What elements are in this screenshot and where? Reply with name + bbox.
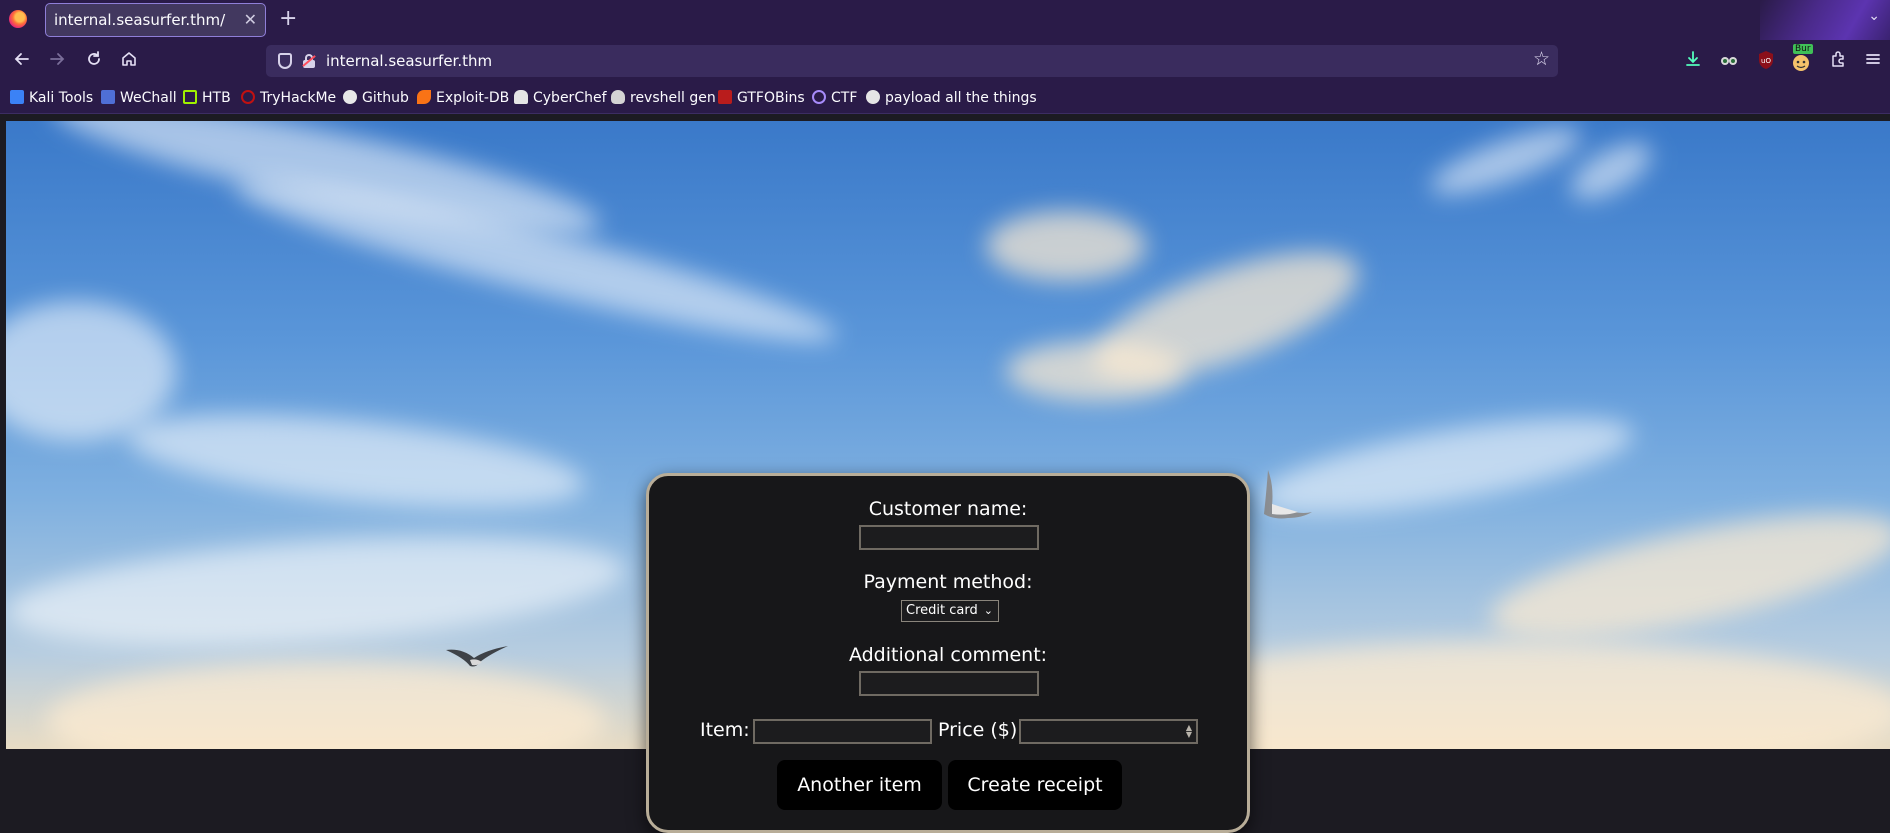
bookmark-htb[interactable]: HTB — [183, 89, 231, 107]
kali-icon — [10, 90, 24, 104]
github-icon — [866, 90, 880, 104]
gtfobins-icon — [718, 90, 732, 104]
seagull-left-image — [446, 646, 508, 667]
bookmark-kali-tools[interactable]: Kali Tools — [10, 89, 93, 107]
exploit-db-icon — [417, 90, 431, 104]
extensions-icon[interactable] — [1827, 50, 1849, 72]
download-icon[interactable] — [1682, 50, 1704, 72]
bookmark-wechall[interactable]: WeChall — [101, 89, 177, 107]
payment-method-select[interactable]: Credit card ⌄ — [901, 600, 999, 622]
foxyproxy-extension-icon[interactable] — [1718, 50, 1740, 72]
htb-cube-icon — [183, 90, 197, 104]
firefox-logo-icon[interactable] — [9, 10, 27, 28]
item-label: Item: — [700, 719, 750, 741]
github-icon — [343, 90, 357, 104]
another-item-button[interactable]: Another item — [777, 760, 942, 810]
tab-title: internal.seasurfer.thm/ — [54, 11, 226, 29]
home-icon[interactable] — [118, 50, 140, 72]
bookmark-ctf[interactable]: CTF — [812, 89, 857, 107]
page-viewport: Customer name: Payment method: Credit ca… — [0, 115, 1890, 833]
skull-icon — [611, 90, 625, 104]
url-text[interactable]: internal.seasurfer.thm — [326, 45, 492, 77]
bookmark-cyberchef[interactable]: CyberChef — [514, 89, 607, 107]
burp-extension-icon[interactable]: Bur — [1790, 44, 1813, 72]
back-arrow-icon[interactable] — [11, 50, 33, 72]
bookmark-star-icon[interactable]: ☆ — [1533, 48, 1550, 70]
forward-arrow-icon[interactable] — [46, 50, 68, 72]
customer-name-input[interactable] — [859, 525, 1039, 550]
receipt-form-panel: Customer name: Payment method: Credit ca… — [646, 473, 1250, 833]
reload-icon[interactable] — [83, 50, 105, 72]
tab-close-icon[interactable]: ✕ — [244, 4, 257, 36]
price-number-input[interactable]: ▲ ▼ — [1019, 719, 1198, 744]
globe-icon — [812, 90, 826, 104]
tab-list-chevron-icon[interactable]: ⌄ — [1868, 8, 1880, 24]
tab-active[interactable]: internal.seasurfer.thm/ ✕ — [45, 3, 266, 37]
bookmarks-toolbar: Kali Tools WeChall HTB TryHackMe Github … — [0, 82, 1890, 114]
bookmark-revshell-gen[interactable]: revshell gen — [611, 89, 716, 107]
tab-bar: internal.seasurfer.thm/ ✕ + ⌄ — [0, 0, 1890, 40]
insecure-lock-icon[interactable] — [302, 54, 316, 68]
navigation-bar: internal.seasurfer.thm ☆ uO Bur — [0, 40, 1890, 82]
hamburger-menu-icon[interactable] — [1862, 50, 1884, 72]
customer-name-label: Customer name: — [868, 498, 1028, 520]
wechall-icon — [101, 90, 115, 104]
new-tab-icon[interactable]: + — [279, 6, 297, 31]
bookmark-payload-all-the-things[interactable]: payload all the things — [866, 89, 1037, 107]
payment-method-selected: Credit card — [906, 603, 978, 618]
additional-comment-input[interactable] — [859, 671, 1039, 696]
bookmark-tryhackme[interactable]: TryHackMe — [241, 89, 336, 107]
bookmark-github[interactable]: Github — [343, 89, 409, 107]
ublock-origin-icon[interactable]: uO — [1755, 50, 1777, 72]
tracking-protection-shield-icon[interactable] — [278, 53, 292, 69]
payment-method-label: Payment method: — [863, 571, 1033, 593]
chevron-down-icon: ⌄ — [983, 604, 993, 617]
seagull-right-image — [1264, 470, 1312, 519]
burp-badge: Bur — [1793, 44, 1813, 54]
price-label: Price ($): — [938, 719, 1024, 741]
url-bar[interactable]: internal.seasurfer.thm ☆ — [266, 45, 1558, 77]
svg-text:uO: uO — [1761, 57, 1771, 65]
tryhackme-cloud-icon — [241, 90, 255, 104]
number-spinner-icon[interactable]: ▲ ▼ — [1186, 724, 1192, 739]
bookmark-exploit-db[interactable]: Exploit-DB — [417, 89, 509, 107]
item-input[interactable] — [753, 719, 932, 744]
additional-comment-label: Additional comment: — [848, 644, 1048, 666]
chef-hat-icon — [514, 90, 528, 104]
create-receipt-button[interactable]: Create receipt — [948, 760, 1122, 810]
bookmark-gtfobins[interactable]: GTFOBins — [718, 89, 805, 107]
